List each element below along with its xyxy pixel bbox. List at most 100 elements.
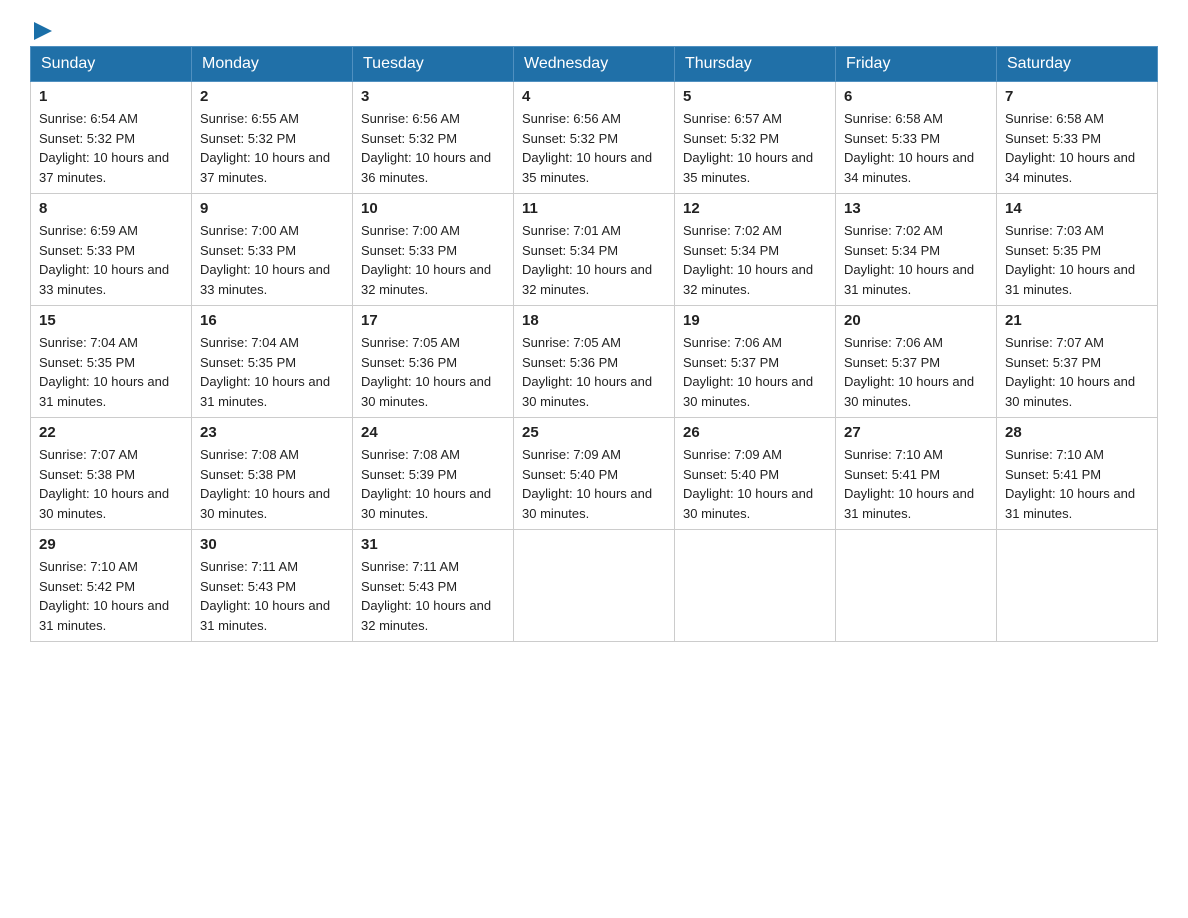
day-info: Sunrise: 6:55 AM Sunset: 5:32 PM Dayligh… <box>200 109 344 187</box>
weekday-header-wednesday: Wednesday <box>514 47 675 82</box>
day-number: 9 <box>200 200 344 217</box>
day-number: 25 <box>522 424 666 441</box>
calendar-cell: 1 Sunrise: 6:54 AM Sunset: 5:32 PM Dayli… <box>31 82 192 194</box>
calendar-table: SundayMondayTuesdayWednesdayThursdayFrid… <box>30 46 1158 642</box>
day-info: Sunrise: 7:10 AM Sunset: 5:41 PM Dayligh… <box>1005 445 1149 523</box>
week-row-5: 29 Sunrise: 7:10 AM Sunset: 5:42 PM Dayl… <box>31 530 1158 642</box>
week-row-1: 1 Sunrise: 6:54 AM Sunset: 5:32 PM Dayli… <box>31 82 1158 194</box>
day-info: Sunrise: 7:11 AM Sunset: 5:43 PM Dayligh… <box>361 557 505 635</box>
day-info: Sunrise: 7:03 AM Sunset: 5:35 PM Dayligh… <box>1005 221 1149 299</box>
day-info: Sunrise: 7:02 AM Sunset: 5:34 PM Dayligh… <box>844 221 988 299</box>
logo <box>30 20 54 36</box>
day-number: 20 <box>844 312 988 329</box>
calendar-cell: 26 Sunrise: 7:09 AM Sunset: 5:40 PM Dayl… <box>675 418 836 530</box>
day-number: 14 <box>1005 200 1149 217</box>
day-number: 17 <box>361 312 505 329</box>
page-header <box>30 20 1158 36</box>
day-number: 27 <box>844 424 988 441</box>
calendar-cell: 4 Sunrise: 6:56 AM Sunset: 5:32 PM Dayli… <box>514 82 675 194</box>
calendar-cell <box>997 530 1158 642</box>
calendar-cell <box>836 530 997 642</box>
day-info: Sunrise: 7:07 AM Sunset: 5:37 PM Dayligh… <box>1005 333 1149 411</box>
calendar-cell: 31 Sunrise: 7:11 AM Sunset: 5:43 PM Dayl… <box>353 530 514 642</box>
day-number: 4 <box>522 88 666 105</box>
day-info: Sunrise: 7:10 AM Sunset: 5:41 PM Dayligh… <box>844 445 988 523</box>
day-info: Sunrise: 7:09 AM Sunset: 5:40 PM Dayligh… <box>522 445 666 523</box>
day-number: 16 <box>200 312 344 329</box>
calendar-cell: 18 Sunrise: 7:05 AM Sunset: 5:36 PM Dayl… <box>514 306 675 418</box>
day-number: 26 <box>683 424 827 441</box>
day-info: Sunrise: 7:10 AM Sunset: 5:42 PM Dayligh… <box>39 557 183 635</box>
calendar-cell: 14 Sunrise: 7:03 AM Sunset: 5:35 PM Dayl… <box>997 194 1158 306</box>
day-number: 15 <box>39 312 183 329</box>
day-info: Sunrise: 7:02 AM Sunset: 5:34 PM Dayligh… <box>683 221 827 299</box>
weekday-header-thursday: Thursday <box>675 47 836 82</box>
calendar-cell: 27 Sunrise: 7:10 AM Sunset: 5:41 PM Dayl… <box>836 418 997 530</box>
calendar-cell: 11 Sunrise: 7:01 AM Sunset: 5:34 PM Dayl… <box>514 194 675 306</box>
day-info: Sunrise: 7:06 AM Sunset: 5:37 PM Dayligh… <box>844 333 988 411</box>
calendar-cell: 30 Sunrise: 7:11 AM Sunset: 5:43 PM Dayl… <box>192 530 353 642</box>
calendar-cell: 25 Sunrise: 7:09 AM Sunset: 5:40 PM Dayl… <box>514 418 675 530</box>
calendar-cell <box>514 530 675 642</box>
calendar-cell: 20 Sunrise: 7:06 AM Sunset: 5:37 PM Dayl… <box>836 306 997 418</box>
day-info: Sunrise: 7:04 AM Sunset: 5:35 PM Dayligh… <box>200 333 344 411</box>
weekday-header-tuesday: Tuesday <box>353 47 514 82</box>
day-number: 28 <box>1005 424 1149 441</box>
day-info: Sunrise: 7:00 AM Sunset: 5:33 PM Dayligh… <box>200 221 344 299</box>
day-info: Sunrise: 7:08 AM Sunset: 5:38 PM Dayligh… <box>200 445 344 523</box>
day-number: 6 <box>844 88 988 105</box>
day-number: 24 <box>361 424 505 441</box>
day-number: 12 <box>683 200 827 217</box>
calendar-cell: 19 Sunrise: 7:06 AM Sunset: 5:37 PM Dayl… <box>675 306 836 418</box>
weekday-header-row: SundayMondayTuesdayWednesdayThursdayFrid… <box>31 47 1158 82</box>
day-number: 21 <box>1005 312 1149 329</box>
day-number: 22 <box>39 424 183 441</box>
day-info: Sunrise: 7:08 AM Sunset: 5:39 PM Dayligh… <box>361 445 505 523</box>
day-number: 5 <box>683 88 827 105</box>
week-row-3: 15 Sunrise: 7:04 AM Sunset: 5:35 PM Dayl… <box>31 306 1158 418</box>
calendar-cell: 28 Sunrise: 7:10 AM Sunset: 5:41 PM Dayl… <box>997 418 1158 530</box>
calendar-cell: 17 Sunrise: 7:05 AM Sunset: 5:36 PM Dayl… <box>353 306 514 418</box>
calendar-cell: 9 Sunrise: 7:00 AM Sunset: 5:33 PM Dayli… <box>192 194 353 306</box>
calendar-cell: 21 Sunrise: 7:07 AM Sunset: 5:37 PM Dayl… <box>997 306 1158 418</box>
day-number: 3 <box>361 88 505 105</box>
day-number: 1 <box>39 88 183 105</box>
day-number: 31 <box>361 536 505 553</box>
day-number: 2 <box>200 88 344 105</box>
day-info: Sunrise: 7:01 AM Sunset: 5:34 PM Dayligh… <box>522 221 666 299</box>
day-number: 18 <box>522 312 666 329</box>
day-info: Sunrise: 7:04 AM Sunset: 5:35 PM Dayligh… <box>39 333 183 411</box>
day-number: 10 <box>361 200 505 217</box>
day-info: Sunrise: 7:00 AM Sunset: 5:33 PM Dayligh… <box>361 221 505 299</box>
weekday-header-monday: Monday <box>192 47 353 82</box>
day-number: 19 <box>683 312 827 329</box>
day-number: 23 <box>200 424 344 441</box>
day-info: Sunrise: 7:09 AM Sunset: 5:40 PM Dayligh… <box>683 445 827 523</box>
week-row-4: 22 Sunrise: 7:07 AM Sunset: 5:38 PM Dayl… <box>31 418 1158 530</box>
day-info: Sunrise: 7:05 AM Sunset: 5:36 PM Dayligh… <box>361 333 505 411</box>
day-info: Sunrise: 7:06 AM Sunset: 5:37 PM Dayligh… <box>683 333 827 411</box>
calendar-cell: 8 Sunrise: 6:59 AM Sunset: 5:33 PM Dayli… <box>31 194 192 306</box>
day-number: 30 <box>200 536 344 553</box>
day-number: 29 <box>39 536 183 553</box>
day-info: Sunrise: 6:58 AM Sunset: 5:33 PM Dayligh… <box>1005 109 1149 187</box>
calendar-cell: 16 Sunrise: 7:04 AM Sunset: 5:35 PM Dayl… <box>192 306 353 418</box>
calendar-cell: 3 Sunrise: 6:56 AM Sunset: 5:32 PM Dayli… <box>353 82 514 194</box>
calendar-cell: 23 Sunrise: 7:08 AM Sunset: 5:38 PM Dayl… <box>192 418 353 530</box>
logo-arrow-icon <box>32 20 54 42</box>
day-info: Sunrise: 6:59 AM Sunset: 5:33 PM Dayligh… <box>39 221 183 299</box>
day-info: Sunrise: 6:56 AM Sunset: 5:32 PM Dayligh… <box>361 109 505 187</box>
calendar-cell: 6 Sunrise: 6:58 AM Sunset: 5:33 PM Dayli… <box>836 82 997 194</box>
weekday-header-friday: Friday <box>836 47 997 82</box>
day-info: Sunrise: 7:07 AM Sunset: 5:38 PM Dayligh… <box>39 445 183 523</box>
week-row-2: 8 Sunrise: 6:59 AM Sunset: 5:33 PM Dayli… <box>31 194 1158 306</box>
calendar-cell: 15 Sunrise: 7:04 AM Sunset: 5:35 PM Dayl… <box>31 306 192 418</box>
day-info: Sunrise: 6:54 AM Sunset: 5:32 PM Dayligh… <box>39 109 183 187</box>
calendar-cell <box>675 530 836 642</box>
calendar-cell: 5 Sunrise: 6:57 AM Sunset: 5:32 PM Dayli… <box>675 82 836 194</box>
calendar-cell: 7 Sunrise: 6:58 AM Sunset: 5:33 PM Dayli… <box>997 82 1158 194</box>
day-number: 11 <box>522 200 666 217</box>
calendar-cell: 13 Sunrise: 7:02 AM Sunset: 5:34 PM Dayl… <box>836 194 997 306</box>
day-info: Sunrise: 7:05 AM Sunset: 5:36 PM Dayligh… <box>522 333 666 411</box>
calendar-cell: 12 Sunrise: 7:02 AM Sunset: 5:34 PM Dayl… <box>675 194 836 306</box>
